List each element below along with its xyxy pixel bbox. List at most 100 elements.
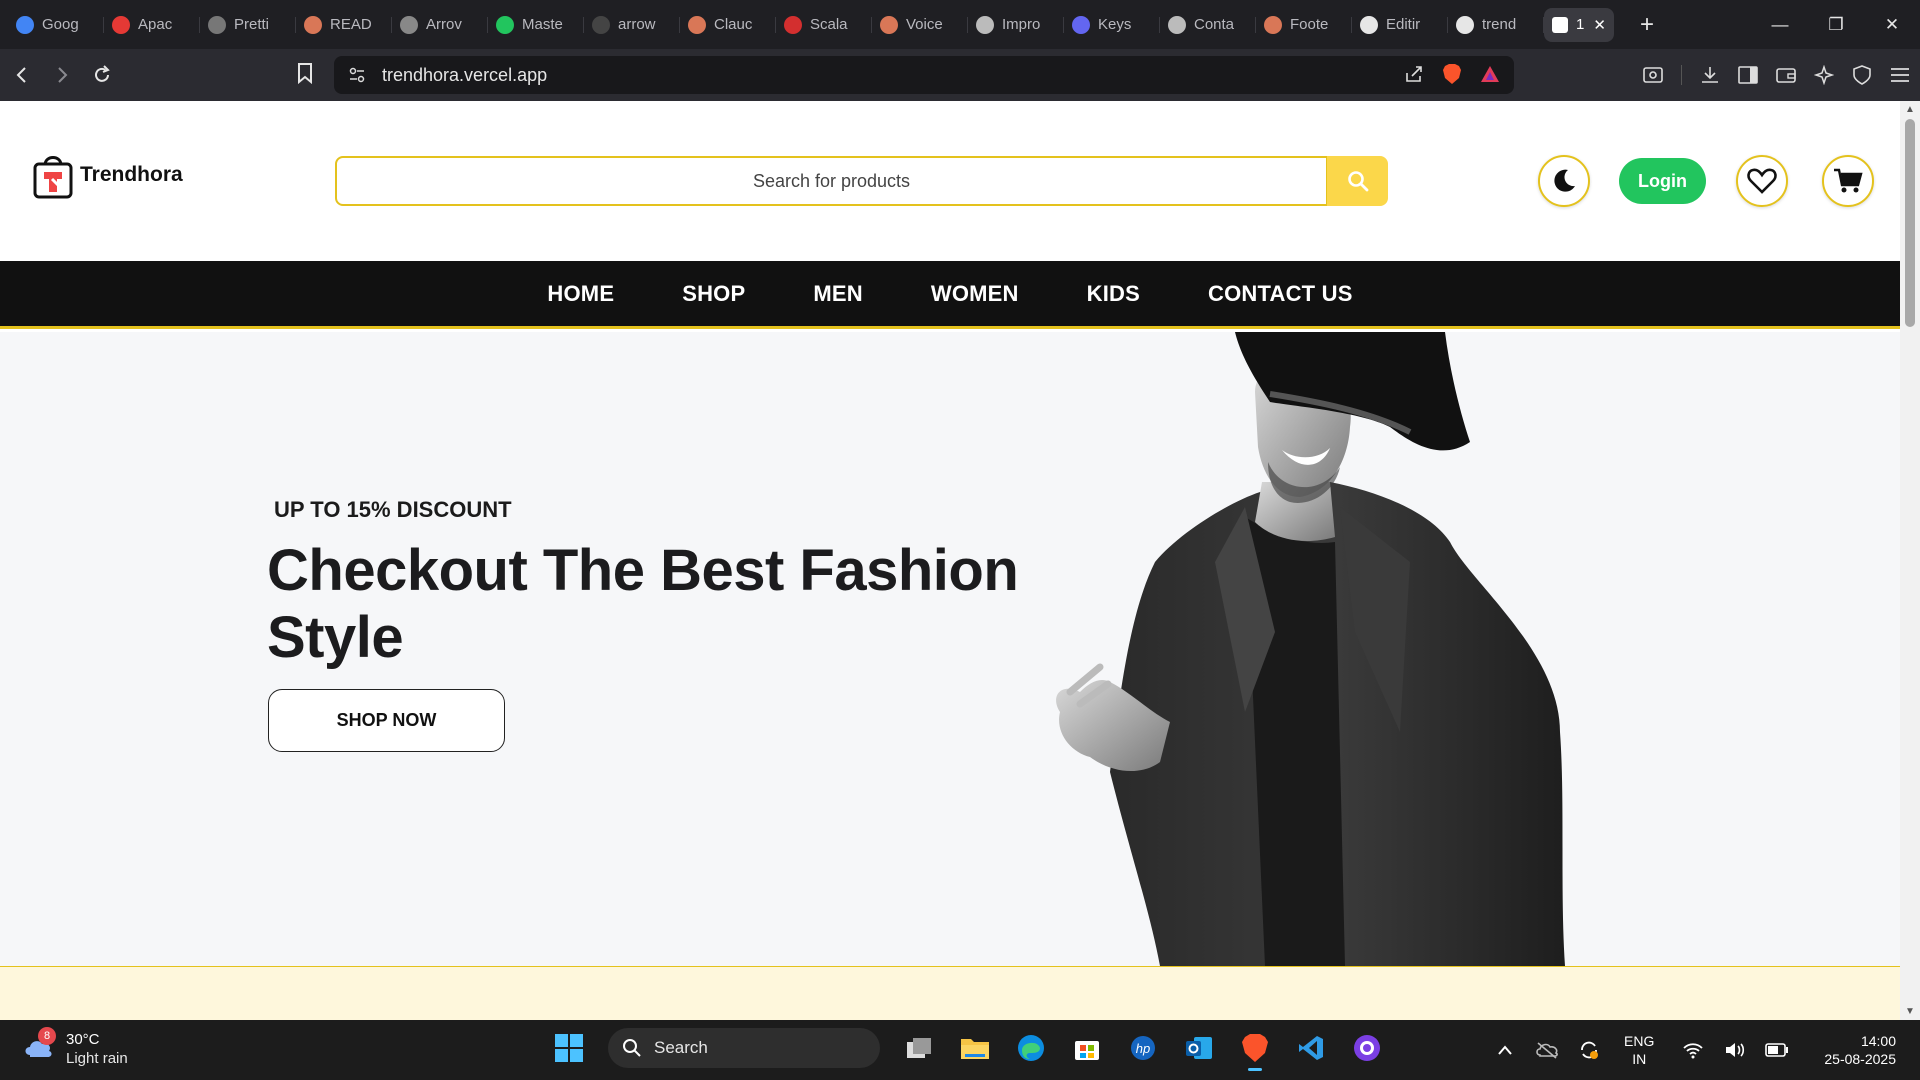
tab-favicon-icon — [976, 15, 994, 34]
windows-logo-icon — [555, 1034, 583, 1062]
theme-toggle-button[interactable] — [1538, 155, 1590, 207]
browser-tab[interactable]: Maste — [488, 8, 584, 42]
weather-widget[interactable]: 8 30°C Light rain — [22, 1027, 128, 1068]
onedrive-icon[interactable] — [1532, 1041, 1562, 1059]
main-navigation: HOME SHOP MEN WOMEN KIDS CONTACT US — [0, 261, 1900, 329]
moon-icon — [1554, 169, 1575, 192]
browser-tab[interactable]: Foote — [1256, 8, 1352, 42]
tab-favicon-icon — [304, 15, 322, 34]
tab-favicon-icon — [1264, 15, 1282, 34]
taskbar-search[interactable]: Search — [608, 1028, 880, 1068]
tab-title: Voice — [906, 16, 943, 33]
close-tab-icon[interactable]: ✕ — [1593, 16, 1606, 34]
download-icon[interactable] — [1700, 65, 1720, 85]
taskbar-pinned-apps: Search hp — [552, 1028, 1384, 1071]
wallet-icon[interactable] — [1776, 65, 1796, 85]
sidebar-icon[interactable] — [1738, 65, 1758, 85]
bookmark-icon[interactable] — [296, 62, 314, 90]
language-code: ENG — [1624, 1033, 1655, 1049]
page-scrollbar[interactable]: ▲ ▼ — [1900, 101, 1920, 1020]
brave-browser-icon[interactable] — [1238, 1031, 1272, 1071]
outlook-icon[interactable] — [1182, 1031, 1216, 1065]
wifi-icon[interactable] — [1678, 1041, 1708, 1059]
minimize-button[interactable]: — — [1752, 0, 1808, 49]
share-icon[interactable] — [1404, 64, 1424, 89]
scrollbar-thumb[interactable] — [1905, 119, 1915, 327]
shopping-cart-icon — [1834, 168, 1863, 193]
site-settings-icon — [349, 67, 365, 83]
browser-tab[interactable]: arrow — [584, 8, 680, 42]
product-search-input[interactable]: Search for products — [335, 156, 1328, 206]
browser-tab[interactable]: Voice — [872, 8, 968, 42]
screenshot-icon[interactable] — [1643, 65, 1663, 85]
shopping-bag-logo-icon — [33, 156, 73, 199]
browser-tab[interactable]: Clauc — [680, 8, 776, 42]
site-logo[interactable]: Trendhora — [32, 151, 183, 199]
shopping-bag-favicon-icon — [1552, 16, 1568, 33]
wishlist-button[interactable] — [1736, 155, 1788, 207]
restore-button[interactable]: ❐ — [1808, 0, 1864, 49]
browser-tab[interactable]: Scala — [776, 8, 872, 42]
browser-tab[interactable]: Keys — [1064, 8, 1160, 42]
clock[interactable]: 14:00 25-08-2025 — [1824, 1032, 1896, 1068]
nav-women[interactable]: WOMEN — [931, 281, 1019, 307]
browser-tab[interactable]: Pretti — [200, 8, 296, 42]
nav-men[interactable]: MEN — [813, 281, 863, 307]
brave-shields-icon[interactable] — [1442, 63, 1462, 90]
nav-home[interactable]: HOME — [547, 281, 614, 307]
chevron-up-icon[interactable] — [1490, 1044, 1520, 1056]
browser-tab[interactable]: Editir — [1352, 8, 1448, 42]
browser-tab[interactable]: trend — [1448, 8, 1544, 42]
window-close-button[interactable]: ✕ — [1864, 0, 1920, 49]
vscode-icon[interactable] — [1294, 1031, 1328, 1065]
scroll-up-icon[interactable]: ▲ — [1904, 104, 1916, 115]
edge-icon[interactable] — [1014, 1031, 1048, 1065]
browser-tab[interactable]: Impro — [968, 8, 1064, 42]
weather-badge: 8 — [38, 1027, 56, 1045]
file-explorer-icon[interactable] — [958, 1031, 992, 1065]
vpn-icon[interactable] — [1852, 65, 1872, 85]
search-button[interactable] — [1327, 156, 1388, 206]
browser-tab-strip: Goog Apac Pretti READ Arrov Maste arrow Clauc Sc… — [0, 0, 1920, 49]
nav-shop[interactable]: SHOP — [682, 281, 745, 307]
search-icon — [1347, 171, 1368, 192]
tab-favicon-icon — [784, 15, 802, 34]
nav-contact-us[interactable]: CONTACT US — [1208, 281, 1353, 307]
tab-title: Goog — [42, 16, 79, 33]
arrow-right-icon — [58, 67, 68, 83]
browser-tab[interactable]: READ — [296, 8, 392, 42]
browser-tab[interactable]: Apac — [104, 8, 200, 42]
active-tab[interactable]: 1 ✕ — [1544, 7, 1614, 42]
sync-icon[interactable] — [1574, 1039, 1604, 1061]
new-tab-button[interactable]: + — [1632, 11, 1662, 39]
browser-tab[interactable]: Arrov — [392, 8, 488, 42]
login-button[interactable]: Login — [1619, 158, 1706, 204]
reload-button[interactable] — [84, 57, 120, 93]
scroll-down-icon[interactable]: ▼ — [1904, 1006, 1916, 1017]
microsoft-store-icon[interactable] — [1070, 1031, 1104, 1065]
battery-icon[interactable] — [1762, 1043, 1792, 1057]
back-button[interactable] — [4, 57, 40, 93]
volume-icon[interactable] — [1720, 1041, 1750, 1059]
forward-button[interactable] — [44, 57, 80, 93]
leo-ai-icon[interactable] — [1814, 65, 1834, 85]
browser-extensions — [1643, 49, 1910, 101]
hp-icon[interactable]: hp — [1126, 1031, 1160, 1065]
address-bar[interactable]: trendhora.vercel.app — [334, 56, 1514, 94]
browser-tab[interactable]: Conta — [1160, 8, 1256, 42]
cart-button[interactable] — [1822, 155, 1874, 207]
github-desktop-icon[interactable] — [1350, 1031, 1384, 1065]
brave-rewards-icon[interactable] — [1480, 65, 1500, 88]
url-text[interactable]: trendhora.vercel.app — [382, 65, 547, 86]
start-button[interactable] — [552, 1031, 586, 1065]
shop-now-button[interactable]: SHOP NOW — [268, 689, 505, 752]
language-indicator[interactable]: ENG IN — [1624, 1032, 1654, 1068]
menu-icon[interactable] — [1890, 65, 1910, 85]
task-view-icon[interactable] — [902, 1031, 936, 1065]
temperature: 30°C — [66, 1031, 100, 1048]
tab-favicon-icon — [208, 15, 226, 34]
browser-tab[interactable]: Goog — [8, 8, 104, 42]
tab-title: Arrov — [426, 16, 462, 33]
site-header: Trendhora Search for products Login — [0, 101, 1900, 261]
nav-kids[interactable]: KIDS — [1087, 281, 1140, 307]
